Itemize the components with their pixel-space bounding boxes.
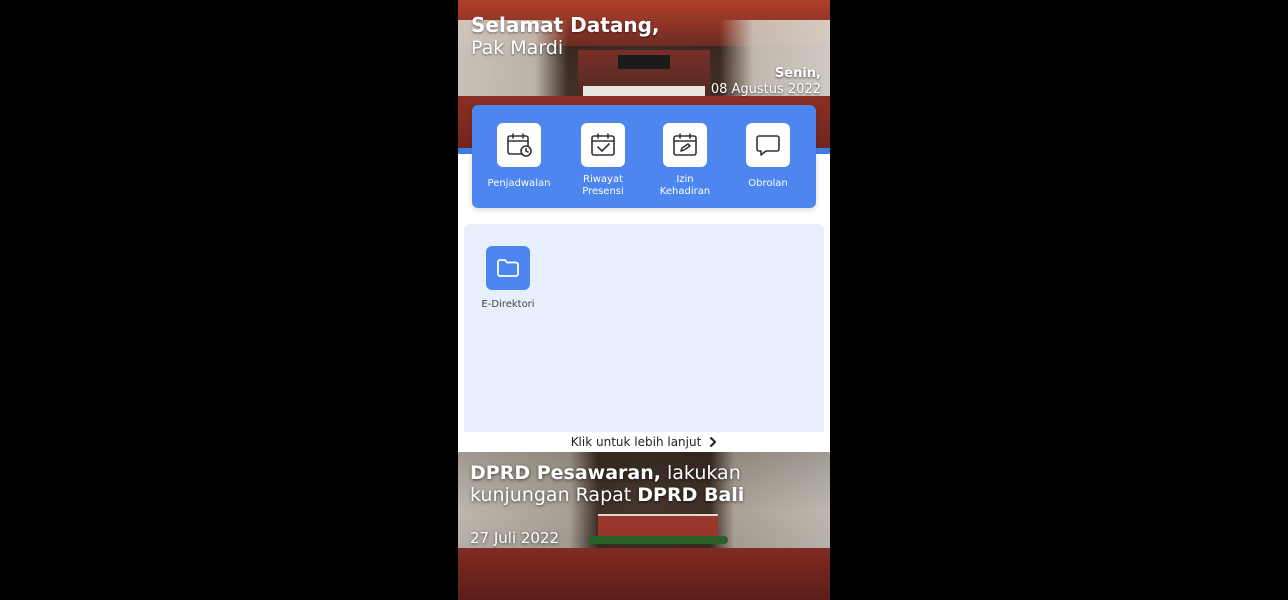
menu-izin-kehadiran[interactable]: Izin Kehadiran	[645, 123, 725, 198]
menu-penjadwalan[interactable]: Penjadwalan	[479, 123, 559, 190]
menu-obrolan[interactable]: Obrolan	[728, 123, 808, 190]
folder-icon	[497, 259, 519, 277]
directory-label: E-Direktori	[481, 299, 535, 310]
calendar-edit-icon	[673, 133, 697, 156]
menu-label: Obrolan	[748, 178, 788, 189]
news-title-bold-1: DPRD Pesawaran,	[470, 462, 661, 484]
menu-label: Penjadwalan	[487, 178, 551, 189]
calendar-clock-icon	[507, 133, 532, 157]
more-link[interactable]: Klik untuk lebih lanjut	[458, 432, 830, 452]
greeting-text: Selamat Datang,	[471, 13, 660, 37]
feature-panel: E-Direktori	[464, 224, 824, 436]
current-day: Senin,	[774, 66, 821, 81]
news-card[interactable]: DPRD Pesawaran, lakukan kunjungan Rapat …	[458, 452, 830, 600]
news-title: DPRD Pesawaran, lakukan kunjungan Rapat …	[470, 462, 770, 506]
chevron-right-icon	[710, 437, 717, 447]
menu-e-direktori[interactable]: E-Direktori	[478, 246, 538, 310]
menu-riwayat-presensi[interactable]: Riwayat Presensi	[563, 123, 643, 198]
more-link-label: Klik untuk lebih lanjut	[570, 435, 702, 449]
news-title-bold-2: DPRD Bali	[637, 484, 745, 506]
chat-bubble-icon	[756, 135, 780, 156]
current-date: 08 Agustus 2022	[710, 82, 821, 97]
menu-label: Izin Kehadiran	[659, 174, 711, 197]
news-date: 27 Juli 2022	[470, 529, 560, 547]
calendar-check-icon	[591, 133, 615, 156]
main-menu-card: Penjadwalan Riwayat Presensi Izin Kehadi…	[472, 105, 816, 208]
mobile-app-screen: Selamat Datang, Pak Mardi Senin, 08 Agus…	[458, 0, 830, 600]
user-name: Pak Mardi	[471, 37, 564, 59]
menu-label: Riwayat Presensi	[582, 174, 624, 197]
